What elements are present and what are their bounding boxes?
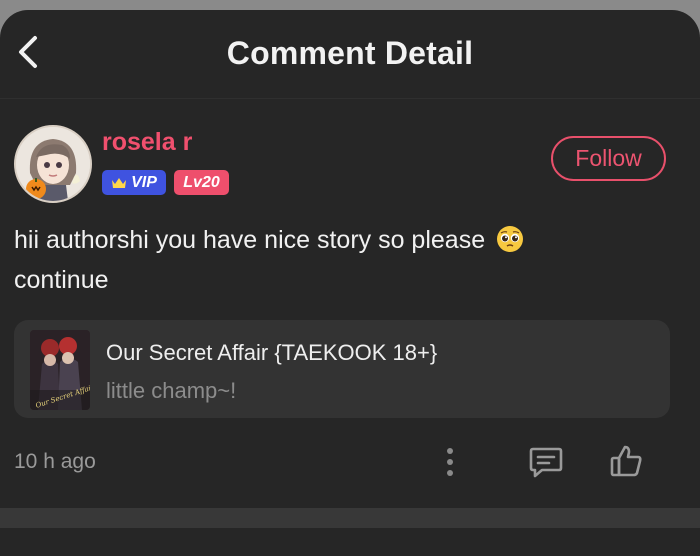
story-card[interactable]: Our Secret Affair Our Secret Affair {TAE… — [14, 320, 670, 418]
story-subtitle: little champ~! — [106, 378, 237, 403]
comment-icon — [529, 447, 563, 478]
more-button[interactable] — [438, 442, 462, 482]
vip-badge: VIP — [102, 170, 166, 195]
vip-label: VIP — [131, 173, 157, 191]
story-title: Our Secret Affair {TAEKOOK 18+} — [106, 340, 438, 365]
pleading-face-emoji — [497, 226, 524, 252]
page-title: Comment Detail — [226, 35, 474, 71]
story-cover-image: Our Secret Affair — [30, 330, 90, 410]
like-button[interactable] — [606, 440, 646, 482]
avatar-image — [16, 127, 90, 201]
avatar[interactable] — [14, 125, 92, 203]
thumbs-up-icon — [610, 445, 642, 477]
header-bar: Comment Detail — [0, 10, 700, 99]
follow-button[interactable]: Follow — [551, 136, 666, 181]
comment-text-end: continue — [14, 266, 109, 294]
username[interactable]: rosela r — [102, 128, 192, 157]
more-vertical-icon — [447, 448, 453, 476]
crown-icon — [112, 177, 127, 188]
comment-text: hii authorshi you have nice story so ple… — [14, 226, 486, 254]
comment-detail-screen: Comment Detail rosela r VIP Lv20 Follow … — [0, 10, 700, 556]
level-label: Lv20 — [183, 173, 220, 191]
reply-button[interactable] — [526, 442, 566, 482]
story-cover: Our Secret Affair — [30, 330, 90, 410]
section-divider — [0, 508, 700, 528]
level-badge: Lv20 — [174, 170, 229, 195]
timestamp: 10 h ago — [14, 450, 96, 473]
comment-body: hii authorshi you have nice story so ple… — [14, 220, 654, 300]
